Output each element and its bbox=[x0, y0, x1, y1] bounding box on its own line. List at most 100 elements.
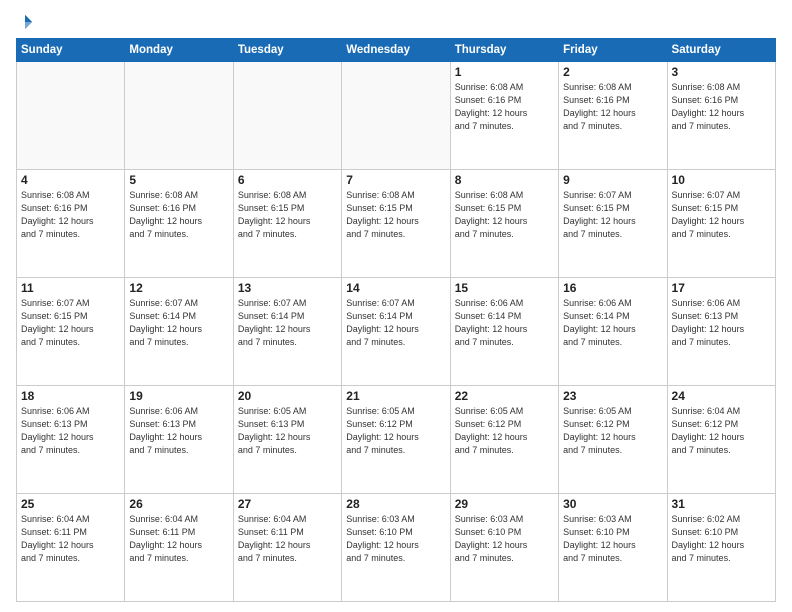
header bbox=[16, 12, 776, 32]
day-info: Sunrise: 6:07 AM Sunset: 6:14 PM Dayligh… bbox=[238, 297, 337, 349]
day-info: Sunrise: 6:06 AM Sunset: 6:14 PM Dayligh… bbox=[563, 297, 662, 349]
day-info: Sunrise: 6:04 AM Sunset: 6:11 PM Dayligh… bbox=[129, 513, 228, 565]
day-number: 22 bbox=[455, 389, 554, 403]
week-row-0: 1 Sunrise: 6:08 AM Sunset: 6:16 PM Daylig… bbox=[17, 62, 776, 170]
day-number: 17 bbox=[672, 281, 771, 295]
day-number: 2 bbox=[563, 65, 662, 79]
weekday-tuesday: Tuesday bbox=[233, 39, 341, 62]
calendar: SundayMondayTuesdayWednesdayThursdayFrid… bbox=[16, 38, 776, 602]
calendar-cell: 24 Sunrise: 6:04 AM Sunset: 6:12 PM Dayli… bbox=[667, 386, 775, 494]
day-info: Sunrise: 6:05 AM Sunset: 6:13 PM Dayligh… bbox=[238, 405, 337, 457]
day-number: 18 bbox=[21, 389, 120, 403]
calendar-cell: 7Sunrise: 6:08 AM Sunset: 6:15 PM Daylig… bbox=[342, 170, 450, 278]
calendar-cell: 16 Sunrise: 6:06 AM Sunset: 6:14 PM Dayli… bbox=[559, 278, 667, 386]
day-number: 10 bbox=[672, 173, 771, 187]
calendar-cell: 31 Sunrise: 6:02 AM Sunset: 6:10 PM Dayli… bbox=[667, 494, 775, 602]
day-number: 23 bbox=[563, 389, 662, 403]
day-info: Sunrise: 6:05 AM Sunset: 6:12 PM Dayligh… bbox=[346, 405, 445, 457]
weekday-monday: Monday bbox=[125, 39, 233, 62]
calendar-cell: 23 Sunrise: 6:05 AM Sunset: 6:12 PM Dayli… bbox=[559, 386, 667, 494]
day-info: Sunrise: 6:07 AM Sunset: 6:14 PM Dayligh… bbox=[129, 297, 228, 349]
day-number: 25 bbox=[21, 497, 120, 511]
calendar-cell: 5Sunrise: 6:08 AM Sunset: 6:16 PM Daylig… bbox=[125, 170, 233, 278]
day-number: 28 bbox=[346, 497, 445, 511]
day-number: 1 bbox=[455, 65, 554, 79]
day-number: 19 bbox=[129, 389, 228, 403]
day-number: 12 bbox=[129, 281, 228, 295]
calendar-cell: 14 Sunrise: 6:07 AM Sunset: 6:14 PM Dayli… bbox=[342, 278, 450, 386]
calendar-cell: 19 Sunrise: 6:06 AM Sunset: 6:13 PM Dayli… bbox=[125, 386, 233, 494]
day-info: Sunrise: 6:08 AM Sunset: 6:16 PM Dayligh… bbox=[672, 81, 771, 133]
day-number: 15 bbox=[455, 281, 554, 295]
day-number: 16 bbox=[563, 281, 662, 295]
calendar-cell: 27Sunrise: 6:04 AM Sunset: 6:11 PM Dayli… bbox=[233, 494, 341, 602]
day-info: Sunrise: 6:08 AM Sunset: 6:16 PM Dayligh… bbox=[563, 81, 662, 133]
day-number: 6 bbox=[238, 173, 337, 187]
day-info: Sunrise: 6:07 AM Sunset: 6:15 PM Dayligh… bbox=[672, 189, 771, 241]
logo-icon bbox=[16, 13, 34, 31]
day-info: Sunrise: 6:06 AM Sunset: 6:13 PM Dayligh… bbox=[672, 297, 771, 349]
calendar-cell: 13 Sunrise: 6:07 AM Sunset: 6:14 PM Dayli… bbox=[233, 278, 341, 386]
day-number: 4 bbox=[21, 173, 120, 187]
weekday-saturday: Saturday bbox=[667, 39, 775, 62]
calendar-cell: 30 Sunrise: 6:03 AM Sunset: 6:10 PM Dayli… bbox=[559, 494, 667, 602]
calendar-cell: 9 Sunrise: 6:07 AM Sunset: 6:15 PM Daylig… bbox=[559, 170, 667, 278]
calendar-cell: 15 Sunrise: 6:06 AM Sunset: 6:14 PM Dayli… bbox=[450, 278, 558, 386]
day-number: 11 bbox=[21, 281, 120, 295]
calendar-cell: 17 Sunrise: 6:06 AM Sunset: 6:13 PM Dayli… bbox=[667, 278, 775, 386]
day-number: 30 bbox=[563, 497, 662, 511]
day-number: 14 bbox=[346, 281, 445, 295]
day-info: Sunrise: 6:05 AM Sunset: 6:12 PM Dayligh… bbox=[563, 405, 662, 457]
day-info: Sunrise: 6:08 AM Sunset: 6:16 PM Dayligh… bbox=[21, 189, 120, 241]
week-row-3: 18 Sunrise: 6:06 AM Sunset: 6:13 PM Dayli… bbox=[17, 386, 776, 494]
calendar-cell: 1 Sunrise: 6:08 AM Sunset: 6:16 PM Daylig… bbox=[450, 62, 558, 170]
week-row-4: 25 Sunrise: 6:04 AM Sunset: 6:11 PM Dayli… bbox=[17, 494, 776, 602]
week-row-2: 11 Sunrise: 6:07 AM Sunset: 6:15 PM Dayli… bbox=[17, 278, 776, 386]
day-info: Sunrise: 6:04 AM Sunset: 6:11 PM Dayligh… bbox=[21, 513, 120, 565]
day-info: Sunrise: 6:08 AM Sunset: 6:15 PM Dayligh… bbox=[455, 189, 554, 241]
calendar-cell: 26 Sunrise: 6:04 AM Sunset: 6:11 PM Dayli… bbox=[125, 494, 233, 602]
day-info: Sunrise: 6:03 AM Sunset: 6:10 PM Dayligh… bbox=[346, 513, 445, 565]
calendar-cell: 28 Sunrise: 6:03 AM Sunset: 6:10 PM Dayli… bbox=[342, 494, 450, 602]
day-info: Sunrise: 6:07 AM Sunset: 6:15 PM Dayligh… bbox=[21, 297, 120, 349]
day-info: Sunrise: 6:08 AM Sunset: 6:16 PM Dayligh… bbox=[129, 189, 228, 241]
calendar-cell: 11 Sunrise: 6:07 AM Sunset: 6:15 PM Dayli… bbox=[17, 278, 125, 386]
day-number: 9 bbox=[563, 173, 662, 187]
day-info: Sunrise: 6:07 AM Sunset: 6:14 PM Dayligh… bbox=[346, 297, 445, 349]
day-number: 29 bbox=[455, 497, 554, 511]
day-number: 27 bbox=[238, 497, 337, 511]
weekday-wednesday: Wednesday bbox=[342, 39, 450, 62]
calendar-cell: 4 Sunrise: 6:08 AM Sunset: 6:16 PM Daylig… bbox=[17, 170, 125, 278]
week-row-1: 4 Sunrise: 6:08 AM Sunset: 6:16 PM Daylig… bbox=[17, 170, 776, 278]
calendar-cell: 6 Sunrise: 6:08 AM Sunset: 6:15 PM Daylig… bbox=[233, 170, 341, 278]
calendar-cell bbox=[125, 62, 233, 170]
day-info: Sunrise: 6:02 AM Sunset: 6:10 PM Dayligh… bbox=[672, 513, 771, 565]
day-number: 21 bbox=[346, 389, 445, 403]
day-info: Sunrise: 6:03 AM Sunset: 6:10 PM Dayligh… bbox=[455, 513, 554, 565]
day-number: 31 bbox=[672, 497, 771, 511]
day-info: Sunrise: 6:07 AM Sunset: 6:15 PM Dayligh… bbox=[563, 189, 662, 241]
day-number: 24 bbox=[672, 389, 771, 403]
day-info: Sunrise: 6:08 AM Sunset: 6:16 PM Dayligh… bbox=[455, 81, 554, 133]
day-number: 8 bbox=[455, 173, 554, 187]
day-info: Sunrise: 6:06 AM Sunset: 6:13 PM Dayligh… bbox=[129, 405, 228, 457]
day-number: 26 bbox=[129, 497, 228, 511]
weekday-header-row: SundayMondayTuesdayWednesdayThursdayFrid… bbox=[17, 39, 776, 62]
day-number: 7 bbox=[346, 173, 445, 187]
calendar-cell: 8 Sunrise: 6:08 AM Sunset: 6:15 PM Daylig… bbox=[450, 170, 558, 278]
day-info: Sunrise: 6:06 AM Sunset: 6:13 PM Dayligh… bbox=[21, 405, 120, 457]
calendar-cell: 20Sunrise: 6:05 AM Sunset: 6:13 PM Dayli… bbox=[233, 386, 341, 494]
calendar-cell: 3Sunrise: 6:08 AM Sunset: 6:16 PM Daylig… bbox=[667, 62, 775, 170]
logo bbox=[16, 12, 38, 32]
day-info: Sunrise: 6:08 AM Sunset: 6:15 PM Dayligh… bbox=[238, 189, 337, 241]
day-info: Sunrise: 6:06 AM Sunset: 6:14 PM Dayligh… bbox=[455, 297, 554, 349]
calendar-cell bbox=[342, 62, 450, 170]
calendar-cell: 12 Sunrise: 6:07 AM Sunset: 6:14 PM Dayli… bbox=[125, 278, 233, 386]
calendar-cell bbox=[17, 62, 125, 170]
calendar-cell: 25 Sunrise: 6:04 AM Sunset: 6:11 PM Dayli… bbox=[17, 494, 125, 602]
calendar-cell: 18 Sunrise: 6:06 AM Sunset: 6:13 PM Dayli… bbox=[17, 386, 125, 494]
calendar-cell: 29 Sunrise: 6:03 AM Sunset: 6:10 PM Dayli… bbox=[450, 494, 558, 602]
day-info: Sunrise: 6:03 AM Sunset: 6:10 PM Dayligh… bbox=[563, 513, 662, 565]
day-info: Sunrise: 6:04 AM Sunset: 6:12 PM Dayligh… bbox=[672, 405, 771, 457]
day-number: 13 bbox=[238, 281, 337, 295]
